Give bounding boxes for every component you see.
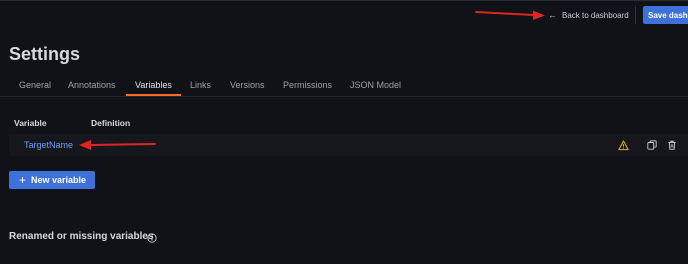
annotation-arrow-variable (79, 140, 156, 150)
annotation-arrow-back (475, 10, 545, 20)
dashboard-settings-page: ← Back to dashboard Save dashboard Setti… (0, 0, 688, 264)
annotation-overlay (79, 10, 545, 150)
